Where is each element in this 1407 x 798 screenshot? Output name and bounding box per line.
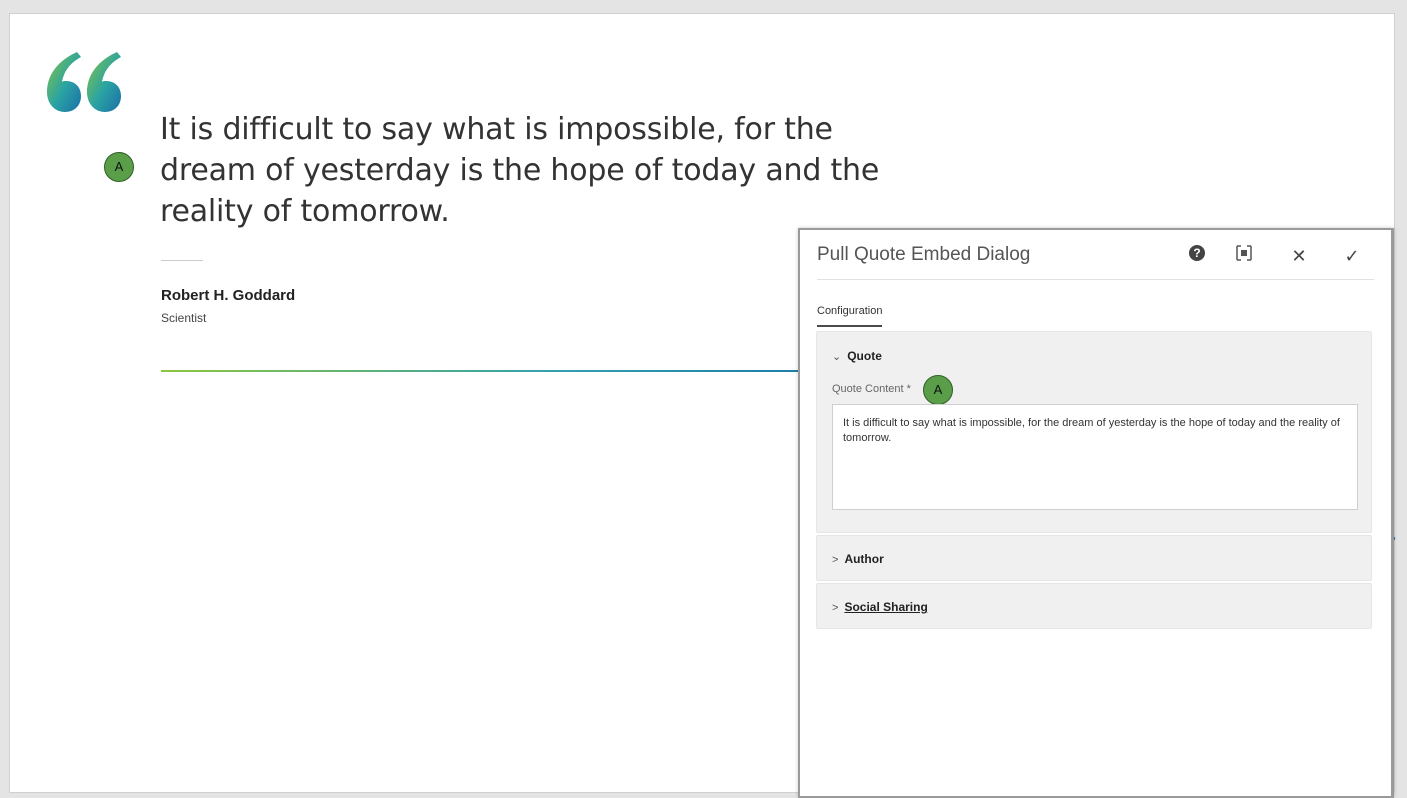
quote-section-label: Quote xyxy=(847,349,882,363)
author-section-label: Author xyxy=(844,552,884,566)
fullscreen-icon-glyph xyxy=(1236,245,1252,261)
gradient-divider xyxy=(161,370,821,372)
close-icon[interactable]: ✕ xyxy=(1287,244,1311,268)
callout-badge: A xyxy=(104,152,134,182)
fullscreen-icon[interactable] xyxy=(1232,244,1256,268)
pull-quote-text: It is difficult to say what is impossibl… xyxy=(160,112,880,229)
dialog-title: Pull Quote Embed Dialog xyxy=(817,244,1031,265)
header-divider xyxy=(817,279,1374,280)
svg-text:?: ? xyxy=(1193,246,1200,260)
callout-badge: A xyxy=(923,375,953,405)
quote-section-header[interactable]: ⌄ Quote xyxy=(832,349,882,363)
quote-mark-icon xyxy=(47,52,121,112)
author-section: > Author xyxy=(816,535,1372,581)
pull-quote-dialog: Pull Quote Embed Dialog ? ✕ ✓ Configurat… xyxy=(798,228,1394,798)
divider xyxy=(161,260,203,261)
tab-configuration[interactable]: Configuration xyxy=(817,305,883,327)
author-role: Scientist xyxy=(161,311,207,325)
quote-content-textarea[interactable]: It is difficult to say what is impossibl… xyxy=(832,404,1358,510)
social-sharing-section-label: Social Sharing xyxy=(844,600,928,614)
help-icon-glyph: ? xyxy=(1189,245,1205,261)
author-name: Robert H. Goddard xyxy=(161,287,296,304)
social-sharing-section: > Social Sharing xyxy=(816,583,1372,629)
author-section-header[interactable]: > Author xyxy=(832,552,884,566)
help-icon[interactable]: ? xyxy=(1185,244,1209,268)
quote-content-label: Quote Content * xyxy=(832,383,911,395)
social-sharing-section-header[interactable]: > Social Sharing xyxy=(832,600,928,614)
check-icon[interactable]: ✓ xyxy=(1340,244,1364,268)
chevron-down-icon: ⌄ xyxy=(832,351,842,363)
chevron-right-icon: > xyxy=(832,554,839,566)
chevron-right-icon: > xyxy=(832,602,839,614)
quote-section: ⌄ Quote Quote Content * A It is difficult… xyxy=(816,331,1372,533)
